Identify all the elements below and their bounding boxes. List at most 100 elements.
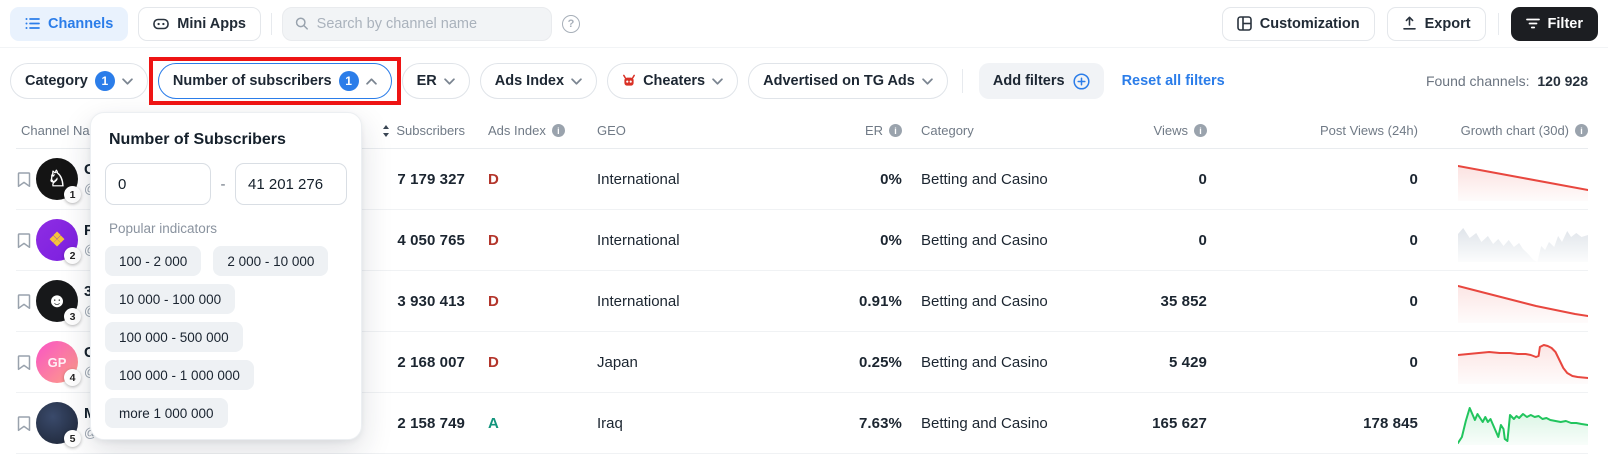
chevron-down-icon bbox=[712, 78, 723, 85]
info-icon[interactable]: i bbox=[1575, 124, 1588, 137]
popular-indicator-chips: 100 - 2 000 2 000 - 10 000 10 000 - 100 00… bbox=[105, 246, 347, 428]
popular-indicator-chip[interactable]: more 1 000 000 bbox=[105, 398, 228, 428]
er-chip-label: ER bbox=[417, 73, 437, 89]
mini-apps-button[interactable]: Mini Apps bbox=[138, 7, 261, 41]
avatar-glyph: ♘ bbox=[47, 166, 67, 192]
subscribers-value: 2 158 749 bbox=[355, 415, 465, 432]
topbar-divider-2 bbox=[1498, 13, 1499, 35]
search-icon bbox=[295, 16, 309, 31]
popular-indicator-chip[interactable]: 100 000 - 1 000 000 bbox=[105, 360, 254, 390]
info-icon[interactable]: i bbox=[889, 124, 902, 137]
chevron-down-icon bbox=[122, 78, 133, 85]
filter-chip-category-label: Category bbox=[25, 73, 88, 89]
geo-value: International bbox=[585, 293, 815, 310]
mini-apps-icon bbox=[153, 17, 169, 30]
export-icon bbox=[1402, 16, 1417, 32]
filter-chip-advertised-on-tg-ads[interactable]: Advertised on TG Ads bbox=[748, 63, 948, 99]
avatar-cell: ♘ 1 bbox=[36, 158, 84, 200]
reset-all-filters-link[interactable]: Reset all filters bbox=[1122, 73, 1225, 89]
tg-ads-chip-label: Advertised on TG Ads bbox=[763, 73, 915, 89]
col-header-category[interactable]: Category bbox=[902, 123, 1102, 138]
filterbar-divider bbox=[962, 69, 963, 93]
ads-index-value: A bbox=[465, 415, 585, 432]
max-subscribers-input[interactable] bbox=[235, 163, 347, 205]
rank-badge: 4 bbox=[64, 369, 81, 386]
ads-index-chip-label: Ads Index bbox=[495, 73, 564, 89]
col-header-subscribers[interactable]: Subscribers bbox=[355, 123, 465, 138]
found-channels-label: Found channels: bbox=[1426, 73, 1530, 89]
popular-indicator-chip[interactable]: 10 000 - 100 000 bbox=[105, 284, 235, 314]
popular-indicator-chip[interactable]: 100 000 - 500 000 bbox=[105, 322, 243, 352]
bookmark-icon[interactable] bbox=[16, 415, 36, 432]
views-value: 165 627 bbox=[1102, 415, 1207, 432]
post-views-value: 0 bbox=[1207, 232, 1418, 249]
cheater-devil-icon bbox=[622, 74, 636, 88]
channels-tab[interactable]: Channels bbox=[10, 7, 128, 41]
subscribers-value: 7 179 327 bbox=[355, 171, 465, 188]
avatar-glyph: ❖ bbox=[48, 229, 65, 252]
bookmark-icon[interactable] bbox=[16, 293, 36, 310]
filter-chip-number-of-subscribers[interactable]: Number of subscribers 1 bbox=[158, 63, 392, 99]
col-header-growth-chart[interactable]: Growth chart (30d) i bbox=[1418, 123, 1588, 138]
col-header-post-views[interactable]: Post Views (24h) bbox=[1207, 123, 1418, 138]
filter-chip-ads-index[interactable]: Ads Index bbox=[480, 63, 597, 99]
add-filters-button[interactable]: Add filters bbox=[979, 63, 1104, 99]
geo-value: International bbox=[585, 232, 815, 249]
chevron-down-icon bbox=[922, 78, 933, 85]
chevron-down-icon bbox=[571, 78, 582, 85]
rank-badge: 3 bbox=[64, 308, 81, 325]
rank-badge: 1 bbox=[64, 186, 81, 203]
avatar-glyph: GP bbox=[48, 355, 67, 370]
search-input[interactable] bbox=[317, 16, 539, 32]
add-filters-label: Add filters bbox=[993, 73, 1065, 89]
sort-icon[interactable] bbox=[382, 125, 390, 137]
add-circle-icon bbox=[1073, 73, 1090, 90]
avatar-cell: GP 4 bbox=[36, 341, 84, 383]
customization-button[interactable]: Customization bbox=[1222, 7, 1375, 41]
avatar: GP 4 bbox=[36, 341, 78, 383]
bookmark-icon[interactable] bbox=[16, 354, 36, 371]
avatar: ♘ 1 bbox=[36, 158, 78, 200]
bookmark-icon[interactable] bbox=[16, 232, 36, 249]
views-value: 35 852 bbox=[1102, 293, 1207, 310]
popular-indicator-chip[interactable]: 100 - 2 000 bbox=[105, 246, 201, 276]
avatar: ☻ 3 bbox=[36, 280, 78, 322]
found-channels-counter: Found channels: 120 928 bbox=[1426, 73, 1598, 89]
min-subscribers-input[interactable] bbox=[105, 163, 211, 205]
filter-chip-cheaters[interactable]: Cheaters bbox=[607, 63, 738, 99]
rank-badge: 2 bbox=[64, 247, 81, 264]
export-button[interactable]: Export bbox=[1387, 7, 1486, 41]
help-icon[interactable]: ? bbox=[562, 15, 580, 33]
chevron-down-icon bbox=[444, 78, 455, 85]
filter-label: Filter bbox=[1548, 16, 1583, 32]
col-header-ads-index[interactable]: Ads Index i bbox=[465, 123, 585, 138]
cheaters-chip-label: Cheaters bbox=[643, 73, 705, 89]
category-count-badge: 1 bbox=[95, 71, 115, 91]
filter-chip-er[interactable]: ER bbox=[402, 63, 470, 99]
col-header-er[interactable]: ER i bbox=[815, 123, 902, 138]
popular-indicator-chip[interactable]: 2 000 - 10 000 bbox=[213, 246, 328, 276]
er-header-label: ER bbox=[865, 123, 883, 138]
filter-button[interactable]: Filter bbox=[1511, 7, 1598, 41]
growth-chart-sparkline bbox=[1418, 401, 1588, 445]
channels-page: Channels Mini Apps ? bbox=[0, 0, 1608, 454]
info-icon[interactable]: i bbox=[552, 124, 565, 137]
filter-chip-category[interactable]: Category 1 bbox=[10, 63, 148, 99]
views-header-label: Views bbox=[1154, 123, 1188, 138]
growth-chart-sparkline bbox=[1418, 157, 1588, 201]
avatar-cell: ❖ 2 bbox=[36, 219, 84, 261]
views-value: 0 bbox=[1102, 232, 1207, 249]
filter-bar: Category 1 Number of subscribers 1 ER bbox=[0, 48, 1608, 113]
customization-label: Customization bbox=[1260, 16, 1360, 32]
bookmark-icon[interactable] bbox=[16, 171, 36, 188]
col-header-geo[interactable]: GEO bbox=[585, 123, 815, 138]
customization-icon bbox=[1237, 16, 1252, 31]
rank-badge: 5 bbox=[64, 430, 81, 447]
info-icon[interactable]: i bbox=[1194, 124, 1207, 137]
subscribers-chip-wrap: Number of subscribers 1 bbox=[158, 63, 392, 99]
col-header-views[interactable]: Views i bbox=[1102, 123, 1207, 138]
ads-index-value: D bbox=[465, 171, 585, 188]
ads-index-value: D bbox=[465, 293, 585, 310]
category-value: Betting and Casino bbox=[902, 171, 1102, 188]
search-box[interactable] bbox=[282, 7, 552, 41]
